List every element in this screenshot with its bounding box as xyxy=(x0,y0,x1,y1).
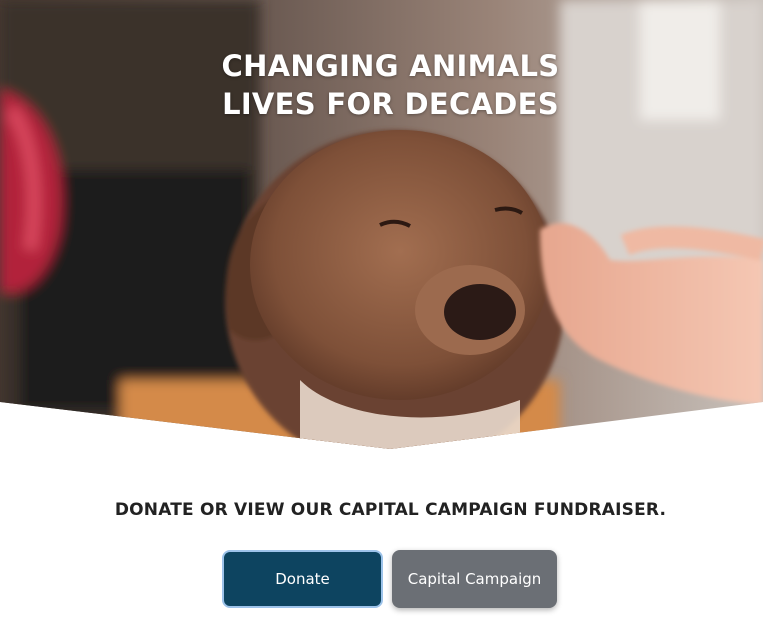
cta-heading: DONATE OR VIEW OUR CAPITAL CAMPAIGN FUND… xyxy=(114,500,667,520)
hero-title-line-1: CHANGING ANIMALS xyxy=(221,49,560,83)
hero-title-line-2: LIVES FOR DECADES xyxy=(222,87,559,121)
donate-button[interactable]: Donate xyxy=(222,550,383,608)
hero-banner: CHANGING ANIMALS LIVES FOR DECADES xyxy=(0,0,763,449)
hero-title: CHANGING ANIMALS LIVES FOR DECADES xyxy=(0,47,763,123)
capital-campaign-button[interactable]: Capital Campaign xyxy=(392,550,557,608)
page: CHANGING ANIMALS LIVES FOR DECADES DONAT… xyxy=(0,0,763,626)
